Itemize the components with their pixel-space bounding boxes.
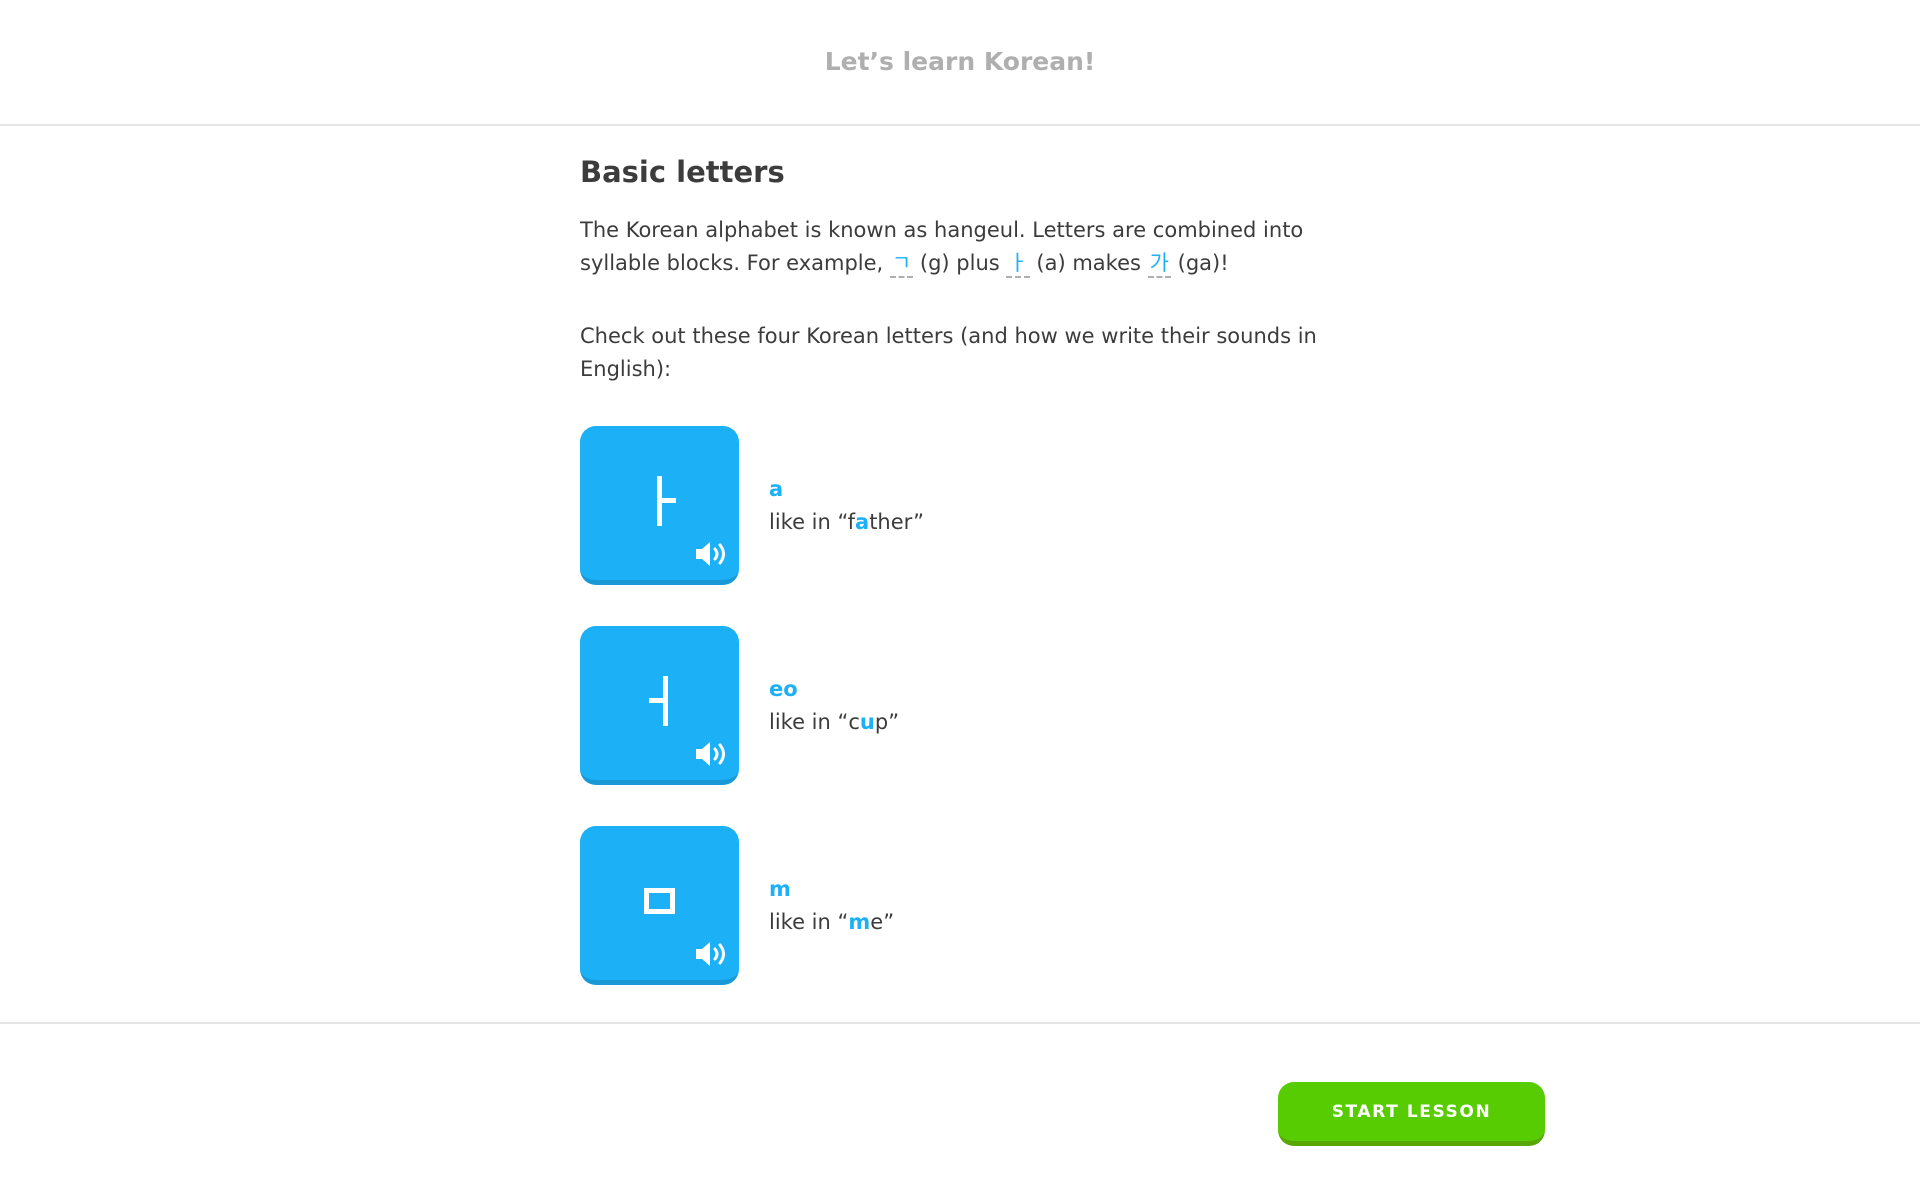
footer-bar: START LESSON xyxy=(0,1022,1920,1202)
romanization: m xyxy=(769,876,791,901)
letter-sound: a like in “father” xyxy=(769,473,924,539)
letters-subtitle: Check out these four Korean letters (and… xyxy=(580,324,1317,381)
letter-item: a like in “father” xyxy=(580,426,924,585)
lesson-intro: Basic letters The Korean alphabet is kno… xyxy=(580,152,1340,386)
example-highlight: u xyxy=(859,709,875,734)
letter-sound: eo like in “cup” xyxy=(769,673,899,739)
letter-item: eo like in “cup” xyxy=(580,626,924,785)
speaker-icon[interactable] xyxy=(694,940,728,968)
letter-tile-eo[interactable] xyxy=(580,626,739,785)
letter-m-glyph xyxy=(644,888,675,914)
letter-sound: m like in “me” xyxy=(769,873,894,939)
intro-text-4: (ga)! xyxy=(1170,251,1229,275)
start-lesson-button[interactable]: START LESSON xyxy=(1278,1082,1545,1146)
section-title: Basic letters xyxy=(580,155,785,189)
hint-syllable-ga[interactable]: 가 xyxy=(1147,250,1171,278)
letter-list: a like in “father” eo like in “cup” m li… xyxy=(580,426,924,1026)
speaker-icon[interactable] xyxy=(694,540,728,568)
example-suffix: e” xyxy=(870,909,895,934)
example-prefix: like in “f xyxy=(769,509,856,534)
speaker-icon[interactable] xyxy=(694,740,728,768)
letter-tile-a[interactable] xyxy=(580,426,739,585)
example-prefix: like in “ xyxy=(769,909,849,934)
letter-a-glyph xyxy=(657,476,676,526)
letter-eo-glyph xyxy=(649,676,668,726)
example-suffix: ther” xyxy=(869,509,925,534)
letter-tile-m[interactable] xyxy=(580,826,739,985)
romanization: a xyxy=(769,476,784,501)
letter-item: m like in “me” xyxy=(580,826,924,985)
hint-letter-a[interactable]: ㅏ xyxy=(1006,250,1030,278)
intro-text-2: (g) plus xyxy=(913,251,1007,275)
example-highlight: a xyxy=(855,509,870,534)
example-word: like in “father” xyxy=(769,506,924,539)
example-prefix: like in “c xyxy=(769,709,860,734)
hint-letter-g[interactable]: ㄱ xyxy=(889,250,914,278)
example-highlight: m xyxy=(848,909,871,934)
example-word: like in “cup” xyxy=(769,706,899,739)
page-title: Let’s learn Korean! xyxy=(824,46,1096,76)
intro-text-3: (a) makes xyxy=(1029,251,1148,275)
header-bar: Let’s learn Korean! xyxy=(0,0,1920,126)
example-word: like in “me” xyxy=(769,906,894,939)
intro-paragraph: The Korean alphabet is known as hangeul.… xyxy=(580,214,1340,280)
example-suffix: p” xyxy=(874,709,900,734)
romanization: eo xyxy=(769,676,798,701)
